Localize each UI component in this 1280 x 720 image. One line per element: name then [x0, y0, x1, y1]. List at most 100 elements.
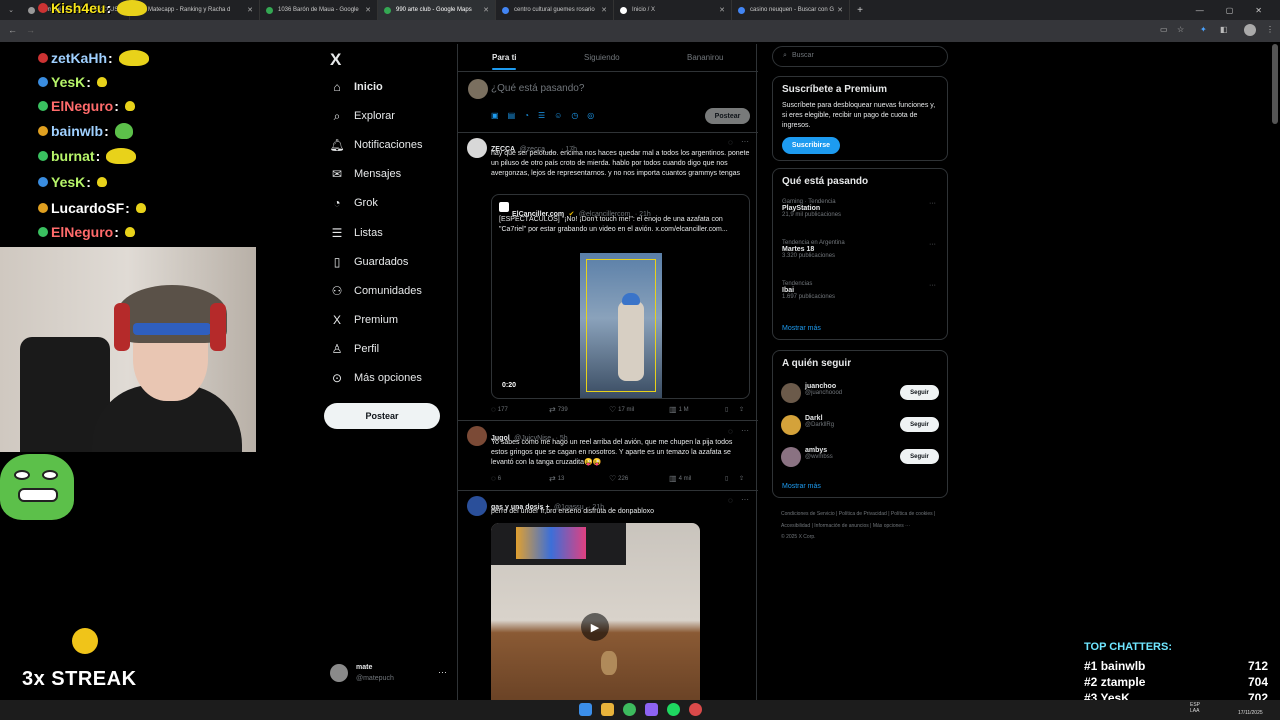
- avatar[interactable]: [467, 138, 487, 158]
- nav-item-comunidades[interactable]: ⚇ Comunidades: [330, 281, 422, 301]
- views-button[interactable]: ▥ 4 mil: [669, 474, 725, 483]
- emoji-icon[interactable]: ☺: [554, 111, 562, 120]
- trend-more-icon[interactable]: ···: [929, 200, 936, 207]
- footer-link[interactable]: Condiciones de Servicio: [781, 511, 835, 517]
- star-icon[interactable]: ☆: [1177, 25, 1184, 34]
- close-window-icon[interactable]: ✕: [1255, 6, 1262, 15]
- footer-link[interactable]: Más opciones ···: [873, 523, 910, 529]
- footer-link[interactable]: Accesibilidad: [781, 523, 810, 529]
- puzzle-icon[interactable]: ◧: [1220, 25, 1228, 34]
- follow-item[interactable]: juanchoo @juanchoood: [805, 383, 842, 396]
- nav-item-mensajes[interactable]: ✉ Mensajes: [330, 164, 401, 184]
- follow-item[interactable]: ambys @wvmbss: [805, 447, 833, 460]
- location-icon[interactable]: ◎: [587, 111, 594, 120]
- avatar[interactable]: [781, 415, 801, 435]
- trend-item[interactable]: Tendencias Ibai 1.697 publicaciones: [782, 281, 835, 300]
- footer-link[interactable]: Política de Privacidad: [839, 511, 887, 517]
- tweet-more-icon[interactable]: ···: [741, 495, 749, 504]
- list-icon[interactable]: ☰: [538, 111, 545, 120]
- nav-item-más-opciones[interactable]: ⊙ Más opciones: [330, 368, 422, 388]
- nav-item-guardados[interactable]: ▯ Guardados: [330, 252, 409, 272]
- composer-post-button[interactable]: Postear: [705, 108, 750, 124]
- windows-start-icon[interactable]: [579, 703, 592, 716]
- maximize-icon[interactable]: ▢: [1226, 6, 1234, 15]
- tab-close-icon[interactable]: ✕: [719, 6, 725, 14]
- x-logo-icon[interactable]: X: [330, 50, 341, 70]
- post-button[interactable]: Postear: [324, 403, 440, 429]
- nav-item-notificaciones[interactable]: 🔔︎ Notificaciones: [329, 135, 422, 155]
- trend-more-icon[interactable]: ···: [929, 241, 936, 248]
- language-indicator[interactable]: ESP LAA: [1190, 702, 1204, 714]
- discord-icon[interactable]: [645, 703, 658, 716]
- avatar[interactable]: [468, 79, 488, 99]
- grok-icon[interactable]: ◌: [728, 427, 733, 436]
- footer-link[interactable]: Política de cookies: [891, 511, 933, 517]
- footer-link[interactable]: Información de anuncios: [814, 523, 868, 529]
- follow-show-more-link[interactable]: Mostrar más: [782, 483, 821, 490]
- browser-tab[interactable]: Inicio / X ✕: [614, 0, 732, 20]
- browser-tab[interactable]: 1036 Barón de Maua - Google ✕: [260, 0, 378, 20]
- trend-item[interactable]: Gaming · Tendencia PlayStation 21,9 mil …: [782, 199, 841, 218]
- menu-dots-icon[interactable]: ⋮: [1266, 25, 1274, 34]
- avatar[interactable]: [781, 383, 801, 403]
- grok-icon[interactable]: ◌: [728, 496, 733, 505]
- tab-bananirou[interactable]: Bananirou: [687, 53, 723, 62]
- composer-input[interactable]: ¿Qué está pasando?: [491, 83, 584, 94]
- reply-button[interactable]: ◌ 6: [491, 474, 549, 483]
- grok-icon[interactable]: ◌: [728, 138, 733, 147]
- avatar[interactable]: [467, 496, 487, 516]
- account-more-icon[interactable]: ···: [438, 667, 447, 677]
- views-button[interactable]: ▥ 1 M: [669, 405, 725, 414]
- account-avatar[interactable]: [330, 664, 348, 682]
- tweet-more-icon[interactable]: ···: [741, 137, 749, 146]
- tab-close-icon[interactable]: ✕: [365, 6, 371, 14]
- nav-item-inicio[interactable]: ⌂ Inicio: [330, 77, 382, 97]
- retweet-button[interactable]: ⇄ 13: [549, 474, 609, 483]
- browser-tab[interactable]: casino neuquen - Buscar con G ✕: [732, 0, 850, 20]
- minimize-icon[interactable]: —: [1196, 6, 1204, 15]
- search-input[interactable]: ⌕ Buscar: [772, 46, 948, 67]
- profile-avatar-icon[interactable]: [1244, 24, 1256, 36]
- schedule-icon[interactable]: ◷: [571, 111, 578, 120]
- share-icon[interactable]: ⇪: [739, 474, 744, 483]
- new-tab-button[interactable]: +: [850, 5, 870, 16]
- page-scrollbar[interactable]: [1272, 44, 1278, 124]
- nav-item-perfil[interactable]: ♙ Perfil: [330, 339, 379, 359]
- browser-tab[interactable]: 990 arte club - Google Maps ✕: [378, 0, 496, 20]
- bookmark-icon[interactable]: ▯: [725, 405, 739, 414]
- tab-close-icon[interactable]: ✕: [837, 6, 843, 14]
- file-explorer-icon[interactable]: [601, 703, 614, 716]
- gif-icon[interactable]: ▤: [508, 111, 516, 120]
- cast-icon[interactable]: ▭: [1160, 25, 1168, 34]
- extension-icon[interactable]: ✦: [1200, 25, 1207, 34]
- tab-siguiendo[interactable]: Siguiendo: [584, 53, 620, 62]
- retweet-button[interactable]: ⇄ 739: [549, 405, 609, 414]
- follow-button[interactable]: Seguir: [900, 385, 939, 400]
- like-button[interactable]: ♡ 226: [609, 474, 669, 483]
- video-thumbnail[interactable]: ▶: [491, 523, 700, 700]
- image-icon[interactable]: ▣: [491, 111, 499, 120]
- tweet-more-icon[interactable]: ···: [741, 426, 749, 435]
- video-thumbnail[interactable]: [580, 253, 662, 398]
- bookmark-icon[interactable]: ▯: [725, 474, 739, 483]
- trend-item[interactable]: Tendencia en Argentina Martes 18 3.320 p…: [782, 240, 845, 259]
- tab-close-icon[interactable]: ✕: [483, 6, 489, 14]
- follow-button[interactable]: Seguir: [900, 417, 939, 432]
- clock-date[interactable]: 17/11/2025: [1238, 710, 1263, 716]
- spotify-icon[interactable]: [667, 703, 680, 716]
- avatar[interactable]: [781, 447, 801, 467]
- tab-close-icon[interactable]: ✕: [601, 6, 607, 14]
- trends-show-more-link[interactable]: Mostrar más: [782, 325, 821, 332]
- obs-icon[interactable]: [689, 703, 702, 716]
- follow-button[interactable]: Seguir: [900, 449, 939, 464]
- nav-item-premium[interactable]: X Premium: [330, 310, 398, 330]
- nav-item-listas[interactable]: ☰ Listas: [330, 223, 383, 243]
- tab-para-ti[interactable]: Para ti: [492, 53, 516, 62]
- trend-more-icon[interactable]: ···: [929, 282, 936, 289]
- quote-tweet[interactable]: ElCanciller.com ✔ @elcancillercom · 21h …: [491, 194, 750, 399]
- nav-item-grok[interactable]: ◔ Grok: [330, 193, 377, 213]
- grok-icon[interactable]: ◔: [524, 111, 529, 120]
- browser-tab[interactable]: centro cultural guemes rosario ✕: [496, 0, 614, 20]
- avatar[interactable]: [467, 426, 487, 446]
- chrome-icon[interactable]: [623, 703, 636, 716]
